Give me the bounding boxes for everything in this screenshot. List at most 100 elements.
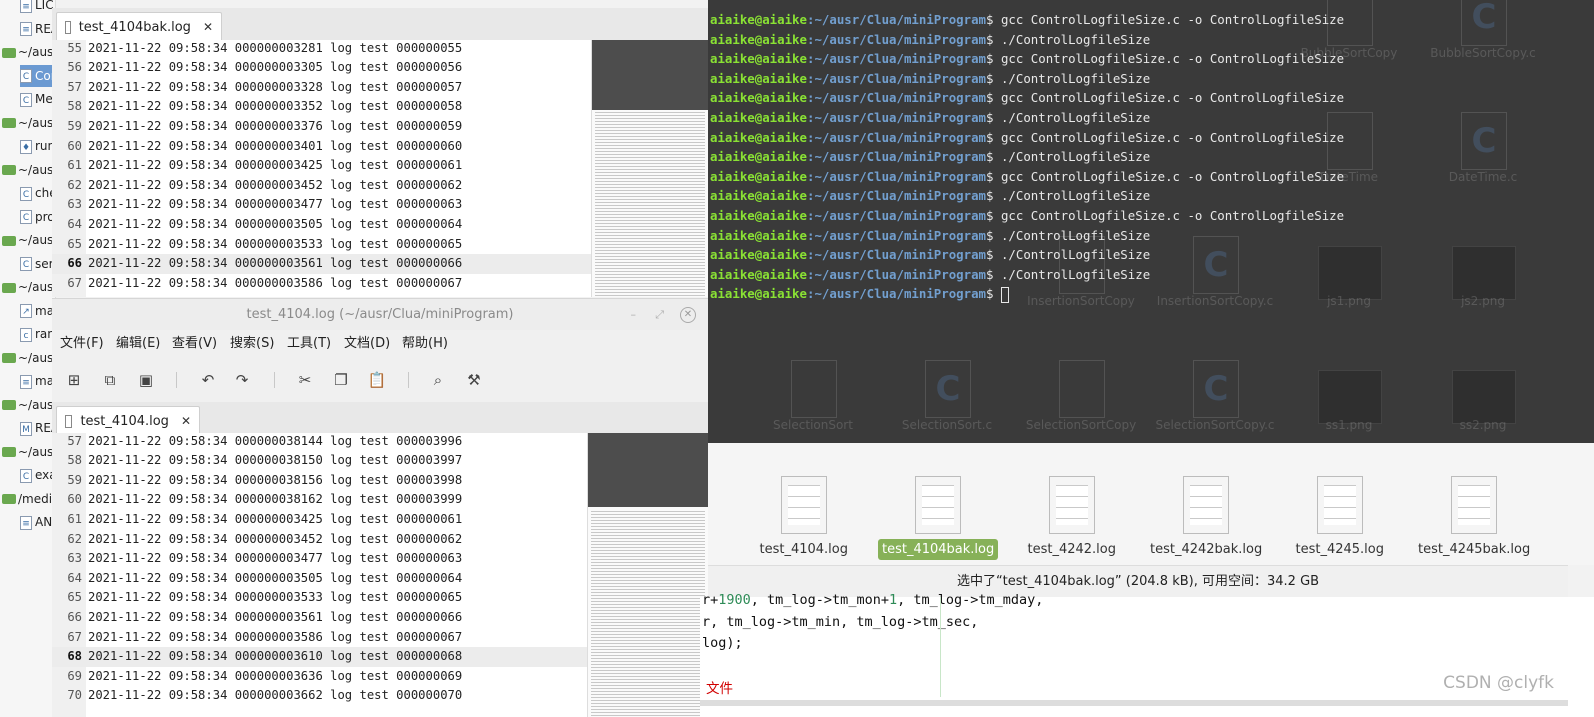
line-number: 66	[67, 609, 82, 624]
sidebar-folder[interactable]: ~/ausr	[2, 159, 55, 181]
sidebar-folder[interactable]: ~/ausr	[2, 41, 55, 63]
editor-line[interactable]: 56 2021-11-22 09:58:34 000000003305 log t…	[52, 58, 591, 78]
editor-line[interactable]: 64 2021-11-22 09:58:34 000000003505 log t…	[52, 569, 587, 589]
sidebar-file[interactable]: Cexa	[20, 464, 55, 486]
editor-line[interactable]: 66 2021-11-22 09:58:34 000000003561 log t…	[52, 254, 591, 274]
sidebar-file[interactable]: ↗ ma	[20, 300, 54, 322]
editor-line[interactable]: 61 2021-11-22 09:58:34 000000003425 log t…	[52, 510, 587, 530]
editor-line[interactable]: 55 2021-11-22 09:58:34 000000003281 log t…	[52, 40, 591, 58]
sidebar-folder[interactable]: ~/ausr	[2, 229, 55, 251]
prompt-path: :~/ausr/Clua/miniProgram	[806, 149, 987, 165]
file-item[interactable]: test_4104.log	[739, 443, 869, 565]
terminal-line: aiaike@aiaike:~/ausr/Clua/miniProgram$ .…	[710, 265, 1150, 285]
terminal-window[interactable]: BubbleSortCopy C BubbleSortCopy.c DateTime C…	[708, 0, 1594, 443]
close-window-icon[interactable]: ✕	[680, 307, 696, 323]
editor-line[interactable]: 70 2021-11-22 09:58:34 000000003662 log t…	[52, 686, 587, 706]
editor-line[interactable]: 61 2021-11-22 09:58:34 000000003425 log t…	[52, 156, 591, 176]
sidebar-file[interactable]: C Me	[20, 88, 53, 110]
search-icon[interactable]: ⌕	[428, 370, 448, 390]
menu-edit[interactable]: 编辑(E)	[116, 330, 160, 358]
copy-icon[interactable]: ❐	[331, 370, 351, 390]
minimap-viewport[interactable]	[592, 40, 708, 110]
sidebar-folder[interactable]: ~/ausr	[2, 394, 55, 416]
window-title-bar[interactable]: test_4104.log (~/ausr/Clua/miniProgram) …	[52, 298, 708, 331]
editor-line[interactable]: 59 2021-11-22 09:58:34 000000038156 log t…	[52, 471, 587, 491]
minimize-icon[interactable]: –	[631, 299, 637, 331]
menu-file[interactable]: 文件(F)	[60, 330, 104, 358]
maximize-icon[interactable]: ⤢	[655, 299, 664, 331]
terminal-line: aiaike@aiaike:~/ausr/Clua/miniProgram$ .…	[710, 147, 1150, 167]
editor-line[interactable]: 65 2021-11-22 09:58:34 000000003533 log t…	[52, 588, 587, 608]
paste-icon[interactable]: 📋	[367, 370, 387, 390]
sidebar-file[interactable]: ≡ LIC	[20, 0, 54, 16]
menu-view[interactable]: 查看(V)	[172, 330, 217, 358]
file-item[interactable]: test_4245bak.log	[1409, 443, 1539, 565]
c-file-icon: C	[1461, 112, 1507, 170]
sidebar-file[interactable]: ≡REA	[20, 18, 55, 40]
line-number: 69	[67, 668, 82, 683]
cut-icon[interactable]: ✂	[295, 370, 315, 390]
line-number: 68	[67, 649, 82, 664]
editor2-text-area[interactable]: 57 2021-11-22 09:58:34 000000038144 log t…	[52, 433, 708, 717]
editor-line[interactable]: 59 2021-11-22 09:58:34 000000003376 log t…	[52, 117, 591, 137]
file-item[interactable]: test_4245.log	[1275, 443, 1405, 565]
close-icon[interactable]: ✕	[181, 414, 191, 428]
sidebar-file[interactable]: C Cor	[20, 64, 55, 87]
menu-help[interactable]: 帮助(H)	[402, 330, 448, 358]
sidebar-file[interactable]: Cche	[20, 182, 55, 204]
sidebar-folder[interactable]: ~/ausr	[2, 276, 55, 298]
minimap[interactable]	[591, 40, 708, 297]
menu-document[interactable]: 文档(D)	[344, 330, 390, 358]
editor-line[interactable]: 66 2021-11-22 09:58:34 000000003561 log t…	[52, 608, 587, 628]
horizontal-scrollbar[interactable]	[700, 700, 1568, 706]
editor-line[interactable]: 60 2021-11-22 09:58:34 000000038162 log t…	[52, 490, 587, 510]
close-icon[interactable]: ✕	[203, 20, 213, 34]
terminal-command: ./ControlLogfileSize	[1000, 247, 1151, 263]
menu-search[interactable]: 搜索(S)	[230, 330, 274, 358]
file-item[interactable]: test_4104bak.log	[873, 443, 1003, 565]
sidebar-file[interactable]: Cpro	[20, 206, 55, 228]
editor-line[interactable]: 63 2021-11-22 09:58:34 000000003477 log t…	[52, 549, 587, 569]
editor1-text-area[interactable]: 55 2021-11-22 09:58:34 000000003281 log t…	[52, 40, 708, 297]
sidebar-file[interactable]: ♦ run	[20, 135, 55, 157]
editor-line[interactable]: 64 2021-11-22 09:58:34 000000003505 log t…	[52, 215, 591, 235]
editor-line[interactable]: 57 2021-11-22 09:58:34 000000038144 log t…	[52, 433, 587, 451]
sidebar-file[interactable]: Cser	[20, 253, 54, 275]
editor-line[interactable]: 63 2021-11-22 09:58:34 000000003477 log t…	[52, 195, 591, 215]
sidebar-file[interactable]: MREA	[20, 417, 55, 439]
sidebar-file[interactable]: ≡ AN	[20, 511, 52, 533]
editor-line[interactable]: 69 2021-11-22 09:58:34 000000003636 log t…	[52, 667, 587, 687]
sidebar-file[interactable]: ≡ ma	[20, 370, 54, 392]
editor-line[interactable]: 65 2021-11-22 09:58:34 000000003533 log t…	[52, 235, 591, 255]
undo-icon[interactable]: ↶	[198, 370, 218, 390]
editor-line[interactable]: 60 2021-11-22 09:58:34 000000003401 log t…	[52, 137, 591, 157]
editor-line[interactable]: 58 2021-11-22 09:58:34 000000003352 log t…	[52, 97, 591, 117]
sidebar-folder[interactable]: ~/ausr	[2, 347, 55, 369]
editor-line[interactable]: 68 2021-11-22 09:58:34 000000003610 log t…	[52, 647, 587, 667]
editor-line[interactable]: 67 2021-11-22 09:58:34 000000003586 log t…	[52, 628, 587, 648]
sidebar-folder[interactable]: ~/ausr	[2, 441, 55, 463]
redo-icon[interactable]: ↷	[232, 370, 252, 390]
sidebar-folder[interactable]: /media	[2, 488, 55, 510]
editor-line[interactable]: 58 2021-11-22 09:58:34 000000038150 log t…	[52, 451, 587, 471]
file-item[interactable]: test_4242.log	[1007, 443, 1137, 565]
terminal-command: gcc ControlLogfileSize.c -o ControlLogfi…	[1000, 168, 1345, 184]
editor-line[interactable]: 57 2021-11-22 09:58:34 000000003328 log t…	[52, 78, 591, 98]
editor-line[interactable]: 62 2021-11-22 09:58:34 000000003452 log t…	[52, 530, 587, 550]
editor-line[interactable]: 62 2021-11-22 09:58:34 000000003452 log t…	[52, 176, 591, 196]
sidebar-folder[interactable]: ~/ausr	[2, 112, 55, 134]
editor-line[interactable]: 67 2021-11-22 09:58:34 000000003586 log t…	[52, 274, 591, 294]
menu-tools[interactable]: 工具(T)	[287, 330, 331, 358]
new-file-icon[interactable]: ⊞	[64, 370, 84, 390]
minimap[interactable]	[587, 433, 708, 717]
save-icon[interactable]: ▣	[136, 370, 156, 390]
line-text: 2021-11-22 09:58:34 000000003425 log tes…	[88, 158, 463, 173]
minimap-viewport[interactable]	[588, 433, 708, 507]
file-item[interactable]: test_4242bak.log	[1141, 443, 1271, 565]
tab-test-4104-log[interactable]: test_4104.log ✕	[56, 406, 200, 435]
tools-icon[interactable]: ⚒	[464, 370, 484, 390]
image-file-icon	[1318, 246, 1382, 300]
sidebar-file[interactable]: c ran	[20, 323, 55, 345]
tab-test-4104bak-log[interactable]: test_4104bak.log ✕	[56, 12, 222, 41]
open-file-icon[interactable]: ⧉	[100, 370, 120, 390]
